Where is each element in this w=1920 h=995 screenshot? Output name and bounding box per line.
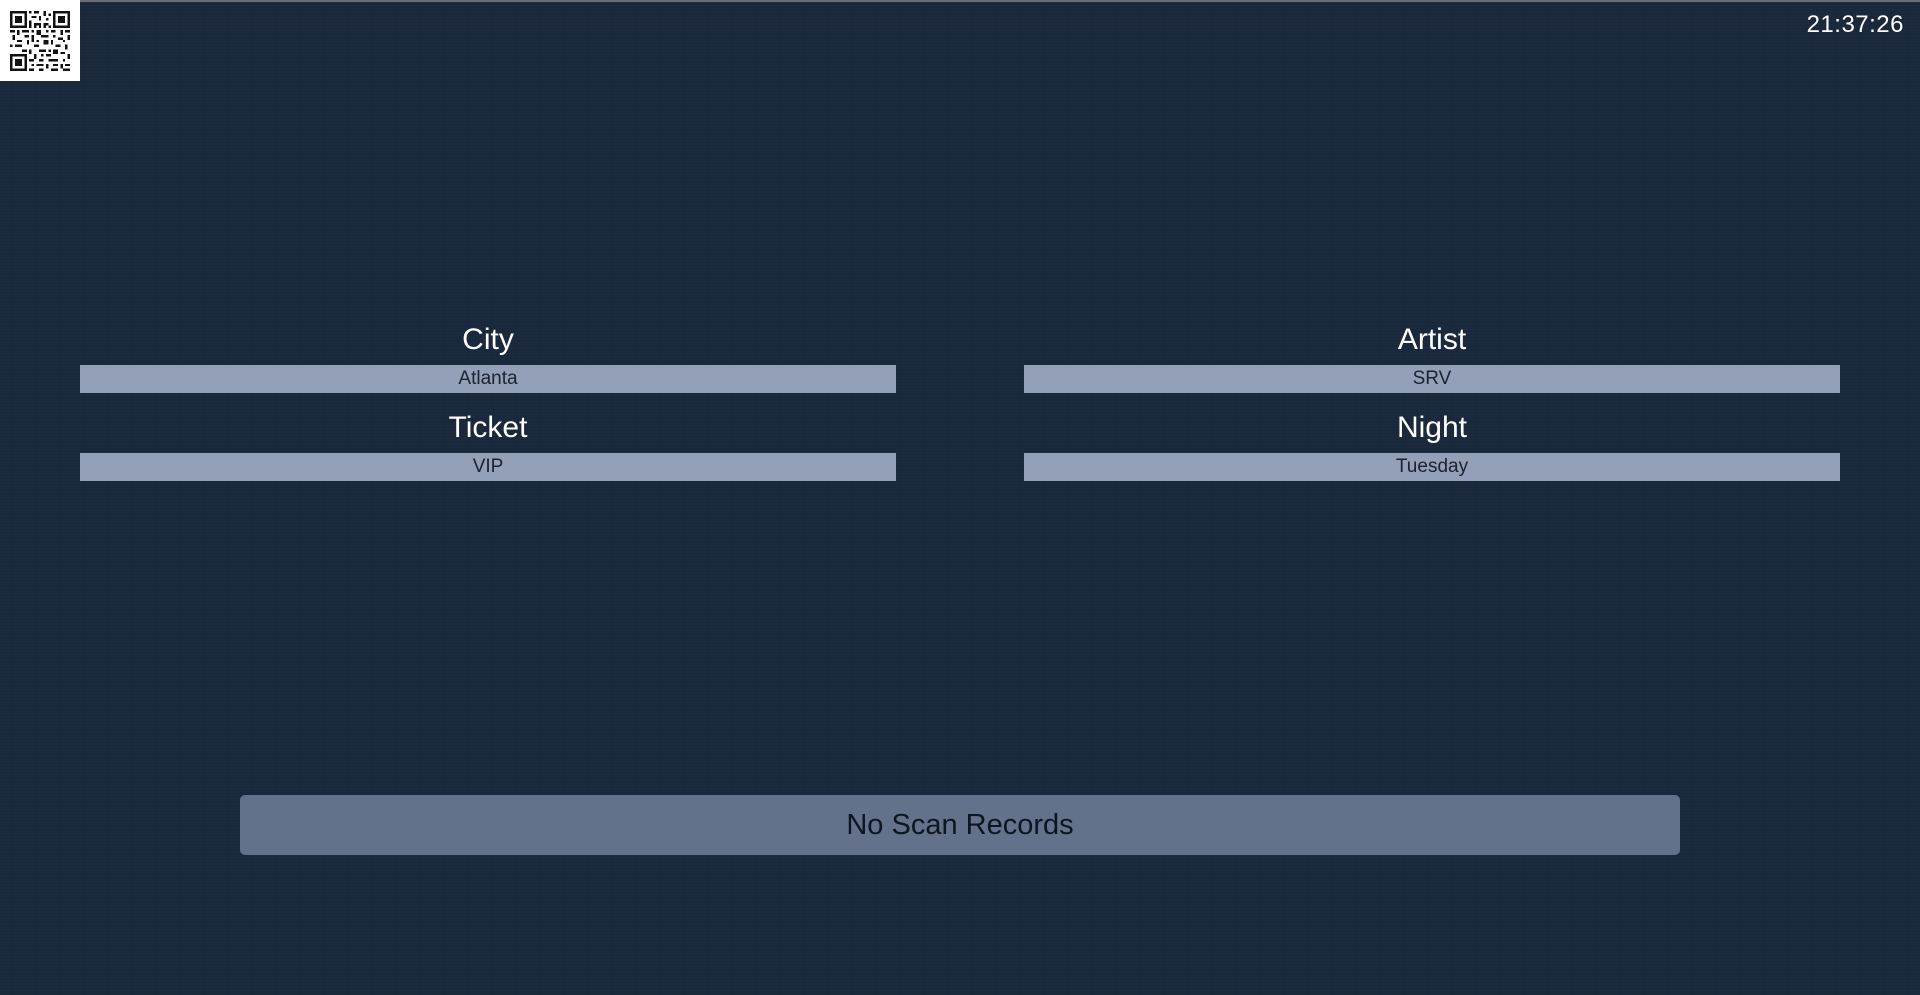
ticket-value: VIP — [80, 453, 896, 481]
artist-label: Artist — [1397, 323, 1467, 356]
artist-value: SRV — [1024, 365, 1840, 393]
city-field: City Atlanta — [80, 322, 896, 393]
city-label: City — [462, 323, 514, 356]
scan-records-panel: No Scan Records — [240, 795, 1680, 855]
city-value: Atlanta — [80, 365, 896, 393]
top-border — [0, 0, 1920, 2]
night-label: Night — [1396, 411, 1468, 444]
ticket-label: Ticket — [448, 411, 528, 444]
qr-code[interactable] — [0, 0, 80, 81]
ticket-field: Ticket VIP — [80, 410, 896, 481]
night-value: Tuesday — [1024, 453, 1840, 481]
artist-field: Artist SRV — [1024, 322, 1840, 393]
night-field: Night Tuesday — [1024, 410, 1840, 481]
clock: 21:37:26 — [1806, 11, 1904, 38]
qr-code-icon — [10, 10, 70, 71]
scan-records-text: No Scan Records — [846, 808, 1074, 841]
